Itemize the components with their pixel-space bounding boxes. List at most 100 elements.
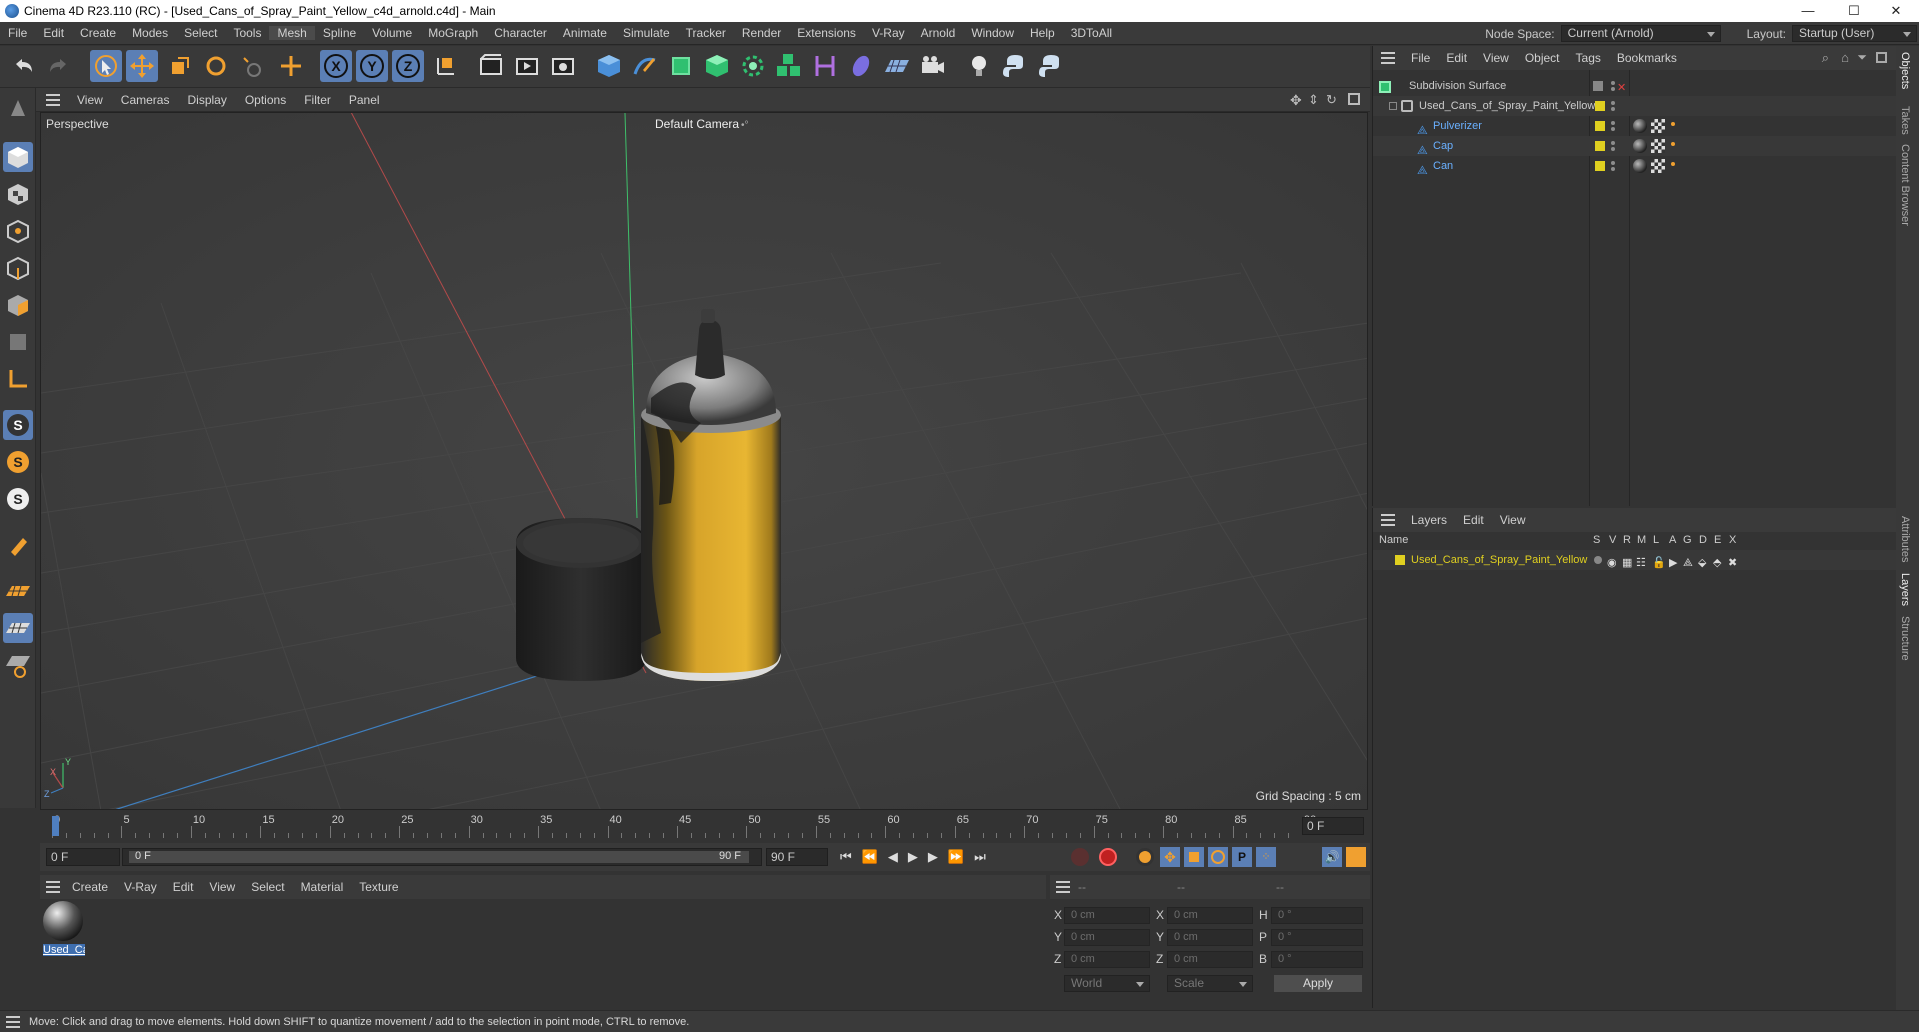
col-view[interactable]: V (1609, 534, 1616, 546)
cube-icon[interactable] (593, 50, 625, 82)
next-frame-icon[interactable]: ▶ (928, 847, 938, 867)
visibility-dot[interactable] (1611, 81, 1615, 85)
menu-volume[interactable]: Volume (364, 26, 420, 40)
python-script-icon[interactable] (999, 50, 1031, 82)
keyframe-selection-icon[interactable] (1136, 848, 1154, 866)
light-icon[interactable] (963, 50, 995, 82)
material-tag-icon[interactable] (1633, 139, 1647, 153)
uvw-tag-icon[interactable] (1651, 139, 1665, 153)
point-mode-icon[interactable] (3, 216, 33, 246)
visibility-dot[interactable] (1611, 101, 1615, 105)
render-view-icon[interactable] (475, 50, 507, 82)
tab-structure[interactable]: Structure (1899, 616, 1911, 661)
om-menu-edit[interactable]: Edit (1438, 51, 1475, 65)
material-menu-select[interactable]: Select (243, 880, 292, 894)
layer-manager-icon[interactable]: ☷ (1636, 553, 1646, 573)
layer-view-icon[interactable]: ◉ (1607, 553, 1617, 573)
coordinates-hamburger-icon[interactable] (1056, 881, 1070, 893)
pos-x-field[interactable]: 0 cm (1064, 907, 1150, 924)
frame-range-slider[interactable]: 0 F 90 F (122, 848, 762, 866)
status-hamburger-icon[interactable] (6, 1016, 20, 1028)
tab-attributes[interactable]: Attributes (1899, 516, 1911, 562)
uvw-tag-icon[interactable] (1651, 159, 1665, 173)
rot-h-field[interactable]: 0 ° (1271, 907, 1363, 924)
timeline-ruler[interactable]: 051015202530354045505560657075808590 0 F (40, 812, 1370, 840)
layer-expressions-icon[interactable]: ⬘ (1713, 553, 1721, 573)
timeline-settings-icon[interactable] (1346, 847, 1366, 867)
material-menu-view[interactable]: View (201, 880, 243, 894)
layer-solo-icon[interactable] (1594, 556, 1602, 564)
menu-render[interactable]: Render (734, 26, 789, 40)
coord-mode-dropdown[interactable]: World (1064, 975, 1150, 992)
menu-edit[interactable]: Edit (35, 26, 72, 40)
menu-spline[interactable]: Spline (315, 26, 364, 40)
undo-icon[interactable] (8, 50, 40, 82)
viewport-menu-filter[interactable]: Filter (295, 93, 340, 107)
tab-takes[interactable]: Takes (1899, 106, 1911, 135)
col-generators[interactable]: G (1683, 534, 1692, 546)
python-plugin-icon[interactable] (1035, 50, 1067, 82)
recent-tool-icon[interactable] (236, 50, 268, 82)
object-row-pulverizer[interactable]: ⟁ Pulverizer (1373, 116, 1897, 137)
object-row-cap[interactable]: ⟁ Cap (1373, 136, 1897, 157)
key-position-icon[interactable]: ✥ (1160, 847, 1180, 867)
tag-dot[interactable] (1671, 162, 1675, 166)
menu-animate[interactable]: Animate (555, 26, 615, 40)
om-menu-tags[interactable]: Tags (1568, 51, 1609, 65)
next-key-icon[interactable]: ⏩ (948, 847, 964, 867)
deformer-icon[interactable] (809, 50, 841, 82)
material-menu-texture[interactable]: Texture (351, 880, 406, 894)
layer-render-icon[interactable]: ▦ (1622, 553, 1632, 573)
tag-dot[interactable] (1671, 142, 1675, 146)
axis-mode-icon[interactable] (3, 364, 33, 394)
record-disabled-icon[interactable] (1071, 848, 1089, 866)
object-row-group[interactable]: Used_Cans_of_Spray_Paint_Yellow (1373, 96, 1897, 116)
previous-key-icon[interactable]: ⏪ (862, 847, 878, 867)
visibility-dot[interactable] (1611, 141, 1615, 145)
current-frame-field[interactable]: 0 F (1302, 817, 1364, 835)
material-tag-icon[interactable] (1633, 159, 1647, 173)
rot-p-field[interactable]: 0 ° (1271, 929, 1363, 946)
col-xref[interactable]: X (1729, 534, 1736, 546)
pos-z-field[interactable]: 0 cm (1064, 951, 1150, 968)
menu-extensions[interactable]: Extensions (789, 26, 864, 40)
layer-color-swatch[interactable] (1595, 161, 1605, 171)
rotate-tool-icon[interactable] (200, 50, 232, 82)
layer-color-swatch[interactable] (1395, 555, 1405, 565)
polygon-mode-icon[interactable] (3, 290, 33, 320)
col-animation[interactable]: A (1669, 534, 1676, 546)
menu-file[interactable]: File (0, 26, 35, 40)
make-editable-icon[interactable] (3, 94, 33, 124)
key-pla-icon[interactable]: ⁘ (1256, 847, 1276, 867)
menu-modes[interactable]: Modes (124, 26, 176, 40)
viewport-menu-options[interactable]: Options (236, 93, 295, 107)
locked-workplane-icon[interactable] (3, 613, 33, 643)
lm-hamburger-icon[interactable] (1381, 514, 1395, 526)
col-render[interactable]: R (1623, 534, 1631, 546)
tag-dot[interactable] (1671, 122, 1675, 126)
om-hamburger-icon[interactable] (1381, 52, 1395, 64)
menu-character[interactable]: Character (486, 26, 555, 40)
camera-icon[interactable] (917, 50, 949, 82)
apply-button[interactable]: Apply (1274, 975, 1362, 992)
layer-animation-icon[interactable]: ▶ (1669, 553, 1677, 573)
viewport-maximize-icon[interactable] (1348, 93, 1360, 105)
material-menu-material[interactable]: Material (293, 880, 352, 894)
coord-type-dropdown[interactable]: Scale (1167, 975, 1253, 992)
extrude-icon[interactable] (701, 50, 733, 82)
perspective-viewport[interactable]: Y X Z Perspective Default Camera •° Grid … (40, 112, 1368, 810)
col-name[interactable]: Name (1379, 534, 1408, 546)
world-coordinates-icon[interactable] (430, 50, 462, 82)
key-parameter-icon[interactable]: P (1232, 847, 1252, 867)
minimize-button[interactable]: — (1785, 0, 1831, 22)
cloner-icon[interactable] (737, 50, 769, 82)
render-dot[interactable] (1611, 167, 1615, 171)
texture-mode-icon[interactable] (3, 179, 33, 209)
viewport-menu-panel[interactable]: Panel (340, 93, 389, 107)
go-to-start-icon[interactable]: ⏮ (840, 847, 852, 867)
menu-tools[interactable]: Tools (225, 26, 269, 40)
layer-xref-icon[interactable]: ✖ (1728, 553, 1737, 573)
workplane-snap-icon[interactable]: S (3, 484, 33, 514)
pos-y-field[interactable]: 0 cm (1064, 929, 1150, 946)
start-frame-field[interactable]: 0 F (46, 848, 120, 866)
